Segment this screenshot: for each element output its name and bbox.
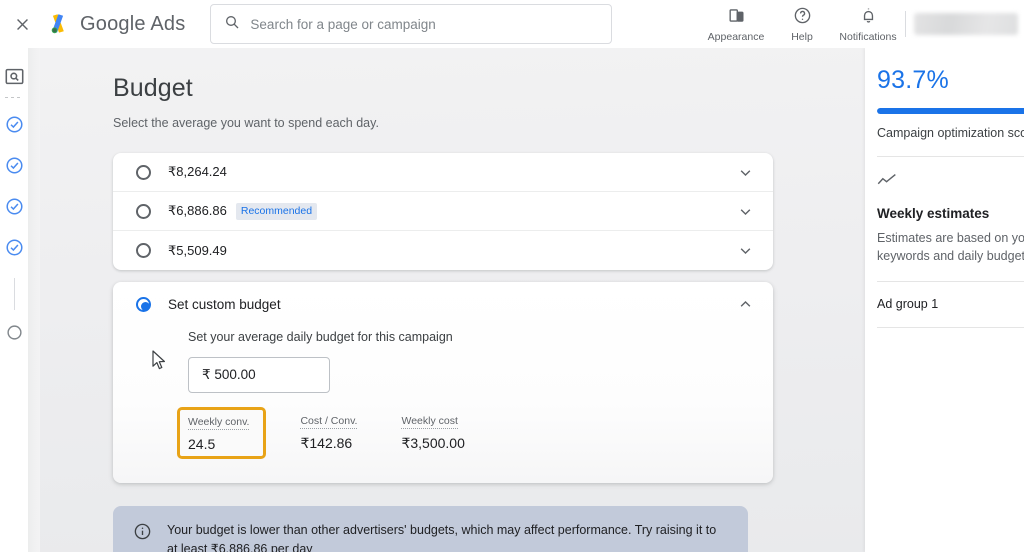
budget-option-price-1: ₹8,264.24: [168, 164, 227, 180]
daily-budget-input[interactable]: ₹ 500.00: [188, 357, 330, 393]
check-circle-icon: [5, 197, 24, 221]
sidebar-step-5[interactable]: [6, 324, 23, 346]
preview-icon[interactable]: [5, 68, 24, 85]
budget-option-row-1[interactable]: ₹8,264.24: [113, 153, 773, 192]
rail-dashed-divider: [5, 97, 23, 98]
check-circle-icon: [5, 238, 24, 262]
metric-weekly-cost[interactable]: Weekly cost ₹3,500.00: [391, 407, 474, 459]
account-info-blurred[interactable]: [914, 13, 1018, 35]
help-label: Help: [791, 32, 813, 43]
google-ads-budget-screen: Google Ads Appearance: [0, 0, 1024, 552]
help-button[interactable]: Help: [769, 6, 835, 43]
recommended-badge: Recommended: [236, 203, 317, 220]
check-circle-icon: [5, 115, 24, 139]
page-title: Budget: [113, 74, 863, 103]
budget-option-price-3: ₹5,509.49: [168, 243, 227, 259]
panel-divider: [877, 281, 1024, 282]
metric-cost-per-conv-label: Cost / Conv.: [300, 415, 357, 429]
panel-divider: [877, 156, 1024, 157]
budget-option-row-3[interactable]: ₹5,509.49: [113, 231, 773, 270]
estimate-metrics: Weekly conv. 24.5 Cost / Conv. ₹142.86 W…: [188, 407, 755, 459]
panel-divider: [877, 327, 1024, 328]
metric-cost-per-conv-value: ₹142.86: [300, 435, 357, 452]
budget-option-radio-1[interactable]: [136, 165, 151, 180]
top-bar: Google Ads Appearance: [0, 0, 1024, 48]
custom-budget-header[interactable]: Set custom budget: [136, 282, 755, 326]
rail-connector-line: [14, 278, 15, 310]
notifications-label: Notifications: [839, 32, 896, 43]
custom-budget-label: Set custom budget: [168, 297, 281, 312]
ad-group-label: Ad group 1: [877, 297, 1024, 311]
metric-weekly-cost-label: Weekly cost: [401, 415, 457, 429]
sidebar-step-2[interactable]: [5, 156, 24, 180]
custom-budget-radio[interactable]: [136, 297, 151, 312]
optimization-score-caption: Campaign optimization sco: [877, 126, 1024, 140]
budget-warning-text: Your budget is lower than other advertis…: [167, 521, 728, 552]
optimization-score-bar: [877, 108, 1024, 114]
budget-option-radio-2[interactable]: [136, 204, 151, 219]
rail-shadow-edge: [28, 48, 40, 552]
budget-options-card: ₹8,264.24 ₹6,886.86 Recommended: [113, 153, 773, 270]
brand[interactable]: Google Ads: [45, 11, 185, 37]
chevron-down-icon[interactable]: [736, 163, 755, 182]
optimization-score-bar-fill: [877, 108, 1024, 114]
chevron-down-icon[interactable]: [736, 241, 755, 260]
trend-line-icon: [877, 173, 1024, 192]
budget-warning-banner: Your budget is lower than other advertis…: [113, 506, 748, 552]
estimates-side-panel: 93.7% Campaign optimization sco Weekly e…: [865, 48, 1024, 552]
sidebar-step-4[interactable]: [5, 238, 24, 262]
search-icon: [224, 14, 240, 35]
brand-text: Google Ads: [80, 13, 185, 36]
weekly-estimates-heading: Weekly estimates: [877, 206, 1024, 221]
chevron-down-icon[interactable]: [736, 202, 755, 221]
check-circle-icon: [5, 156, 24, 180]
help-icon: [793, 6, 812, 30]
budget-option-price-2: ₹6,886.86: [168, 203, 227, 219]
appearance-button[interactable]: Appearance: [703, 6, 769, 43]
page-subtitle: Select the average you want to spend eac…: [113, 116, 863, 130]
google-ads-logo-icon: [45, 11, 71, 37]
appearance-label: Appearance: [708, 32, 765, 43]
divider: [905, 11, 906, 37]
weekly-estimates-desc-line1: Estimates are based on your: [877, 229, 1024, 247]
info-icon: [133, 522, 152, 552]
budget-option-radio-3[interactable]: [136, 243, 151, 258]
appearance-icon: [727, 6, 746, 30]
search-bar[interactable]: [210, 4, 612, 44]
optimization-score-value: 93.7%: [877, 66, 1024, 95]
content-column: Budget Select the average you want to sp…: [113, 48, 863, 552]
daily-budget-field-label: Set your average daily budget for this c…: [188, 330, 755, 344]
notifications-button[interactable]: Notifications: [835, 6, 901, 43]
sidebar-step-1[interactable]: [5, 115, 24, 139]
budget-option-row-2[interactable]: ₹6,886.86 Recommended: [113, 192, 773, 231]
metric-weekly-conv[interactable]: Weekly conv. 24.5: [177, 407, 266, 459]
metric-weekly-conv-label: Weekly conv.: [188, 416, 249, 430]
close-icon: [14, 16, 31, 33]
chevron-up-icon[interactable]: [736, 295, 755, 314]
metric-weekly-cost-value: ₹3,500.00: [401, 435, 464, 452]
close-button[interactable]: [5, 7, 39, 41]
search-input[interactable]: [250, 17, 598, 32]
sidebar-step-3[interactable]: [5, 197, 24, 221]
setup-progress-rail: [0, 48, 28, 552]
custom-budget-card: Set custom budget Set your average daily…: [113, 282, 773, 483]
daily-budget-input-value: ₹ 500.00: [202, 367, 256, 383]
weekly-estimates-desc-line2: keywords and daily budget: [877, 247, 1024, 265]
metric-cost-per-conv[interactable]: Cost / Conv. ₹142.86: [290, 407, 367, 459]
metric-weekly-conv-value: 24.5: [188, 436, 249, 452]
custom-budget-body: Set your average daily budget for this c…: [136, 330, 755, 459]
top-bar-actions: Appearance Help: [703, 0, 1024, 48]
empty-circle-icon: [6, 324, 23, 346]
bell-icon: [859, 6, 878, 30]
